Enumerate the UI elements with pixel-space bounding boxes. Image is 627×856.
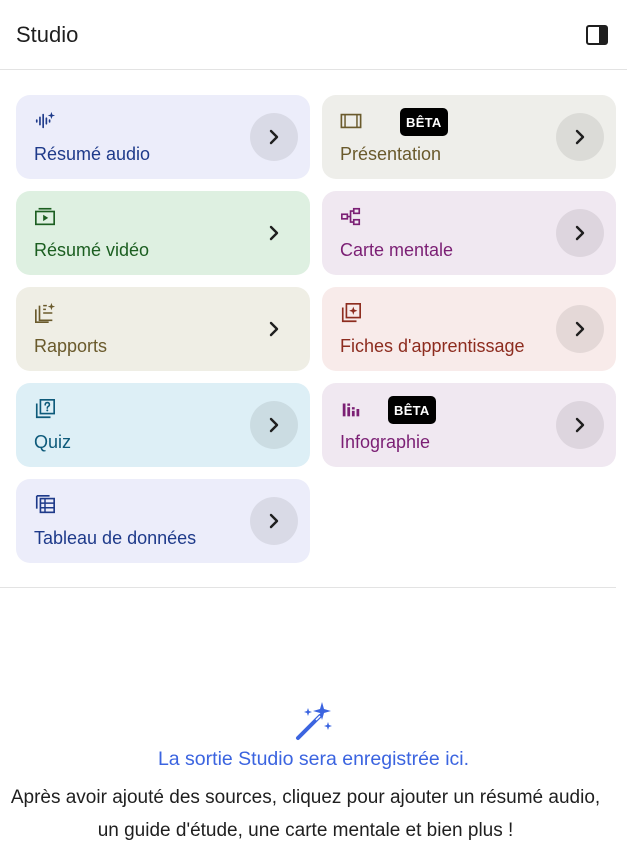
card-label: Tableau de données xyxy=(34,528,197,548)
mind-map-icon xyxy=(341,207,361,226)
chevron-right-icon xyxy=(575,225,585,241)
quiz-card[interactable]: Quiz xyxy=(16,383,310,467)
beta-badge: BÊTA xyxy=(400,108,448,136)
beta-badge: BÊTA xyxy=(388,396,436,424)
card-label: Fiches d'apprentissage xyxy=(340,336,525,356)
audio-waveform-icon xyxy=(35,111,56,129)
flashcards-icon xyxy=(341,303,361,323)
open-flashcards-button[interactable] xyxy=(556,305,604,353)
infographic-card[interactable]: BÊTA Infographie xyxy=(322,383,616,467)
open-infographic-button[interactable] xyxy=(556,401,604,449)
mind-map-card[interactable]: Carte mentale xyxy=(322,191,616,275)
card-label: Infographie xyxy=(340,432,431,452)
chevron-right-icon xyxy=(269,417,279,433)
open-mind-map-button[interactable] xyxy=(556,209,604,257)
open-video-overview-button[interactable] xyxy=(250,209,298,257)
studio-tools-grid: Résumé audio BÊTA Présentation Résumé vi… xyxy=(16,95,616,563)
card-label: Carte mentale xyxy=(340,240,454,260)
quiz-icon xyxy=(35,399,55,419)
data-table-card[interactable]: Tableau de données xyxy=(16,479,310,563)
table-icon xyxy=(35,495,55,514)
presentation-card[interactable]: BÊTA Présentation xyxy=(322,95,616,179)
page-title: Studio xyxy=(16,21,79,47)
reports-card[interactable]: Rapports xyxy=(16,287,310,371)
open-audio-overview-button[interactable] xyxy=(250,113,298,161)
chevron-right-icon xyxy=(269,321,279,337)
open-quiz-button[interactable] xyxy=(250,401,298,449)
open-presentation-button[interactable] xyxy=(556,113,604,161)
section-divider xyxy=(0,587,616,588)
collapse-panel-button[interactable] xyxy=(577,15,617,55)
card-label: Rapports xyxy=(34,336,108,356)
chevron-right-icon xyxy=(269,513,279,529)
chevron-right-icon xyxy=(575,417,585,433)
empty-state-title: La sortie Studio sera enregistrée ici. xyxy=(157,748,470,770)
empty-state-description: Après avoir ajouté des sources, cliquez … xyxy=(10,787,601,841)
reports-icon xyxy=(35,302,56,323)
flashcards-card[interactable]: Fiches d'apprentissage xyxy=(322,287,616,371)
chevron-right-icon xyxy=(269,129,279,145)
open-data-table-button[interactable] xyxy=(250,497,298,545)
video-overview-card[interactable]: Résumé vidéo xyxy=(16,191,310,275)
chevron-right-icon xyxy=(269,225,279,241)
card-label: Présentation xyxy=(340,144,442,164)
infographic-icon xyxy=(342,403,360,417)
chevron-right-icon xyxy=(575,129,585,145)
card-label: Résumé audio xyxy=(34,144,151,164)
magic-wand-icon xyxy=(295,702,332,740)
open-reports-button[interactable] xyxy=(250,305,298,353)
video-icon xyxy=(35,207,55,226)
card-label: Résumé vidéo xyxy=(34,240,150,260)
studio-header: Studio xyxy=(0,0,627,70)
empty-state: La sortie Studio sera enregistrée ici. A… xyxy=(0,700,627,847)
chevron-right-icon xyxy=(575,321,585,337)
card-label: Quiz xyxy=(34,432,72,452)
panel-toggle-icon xyxy=(586,24,608,45)
audio-overview-card[interactable]: Résumé audio xyxy=(16,95,310,179)
slides-icon xyxy=(340,113,362,129)
